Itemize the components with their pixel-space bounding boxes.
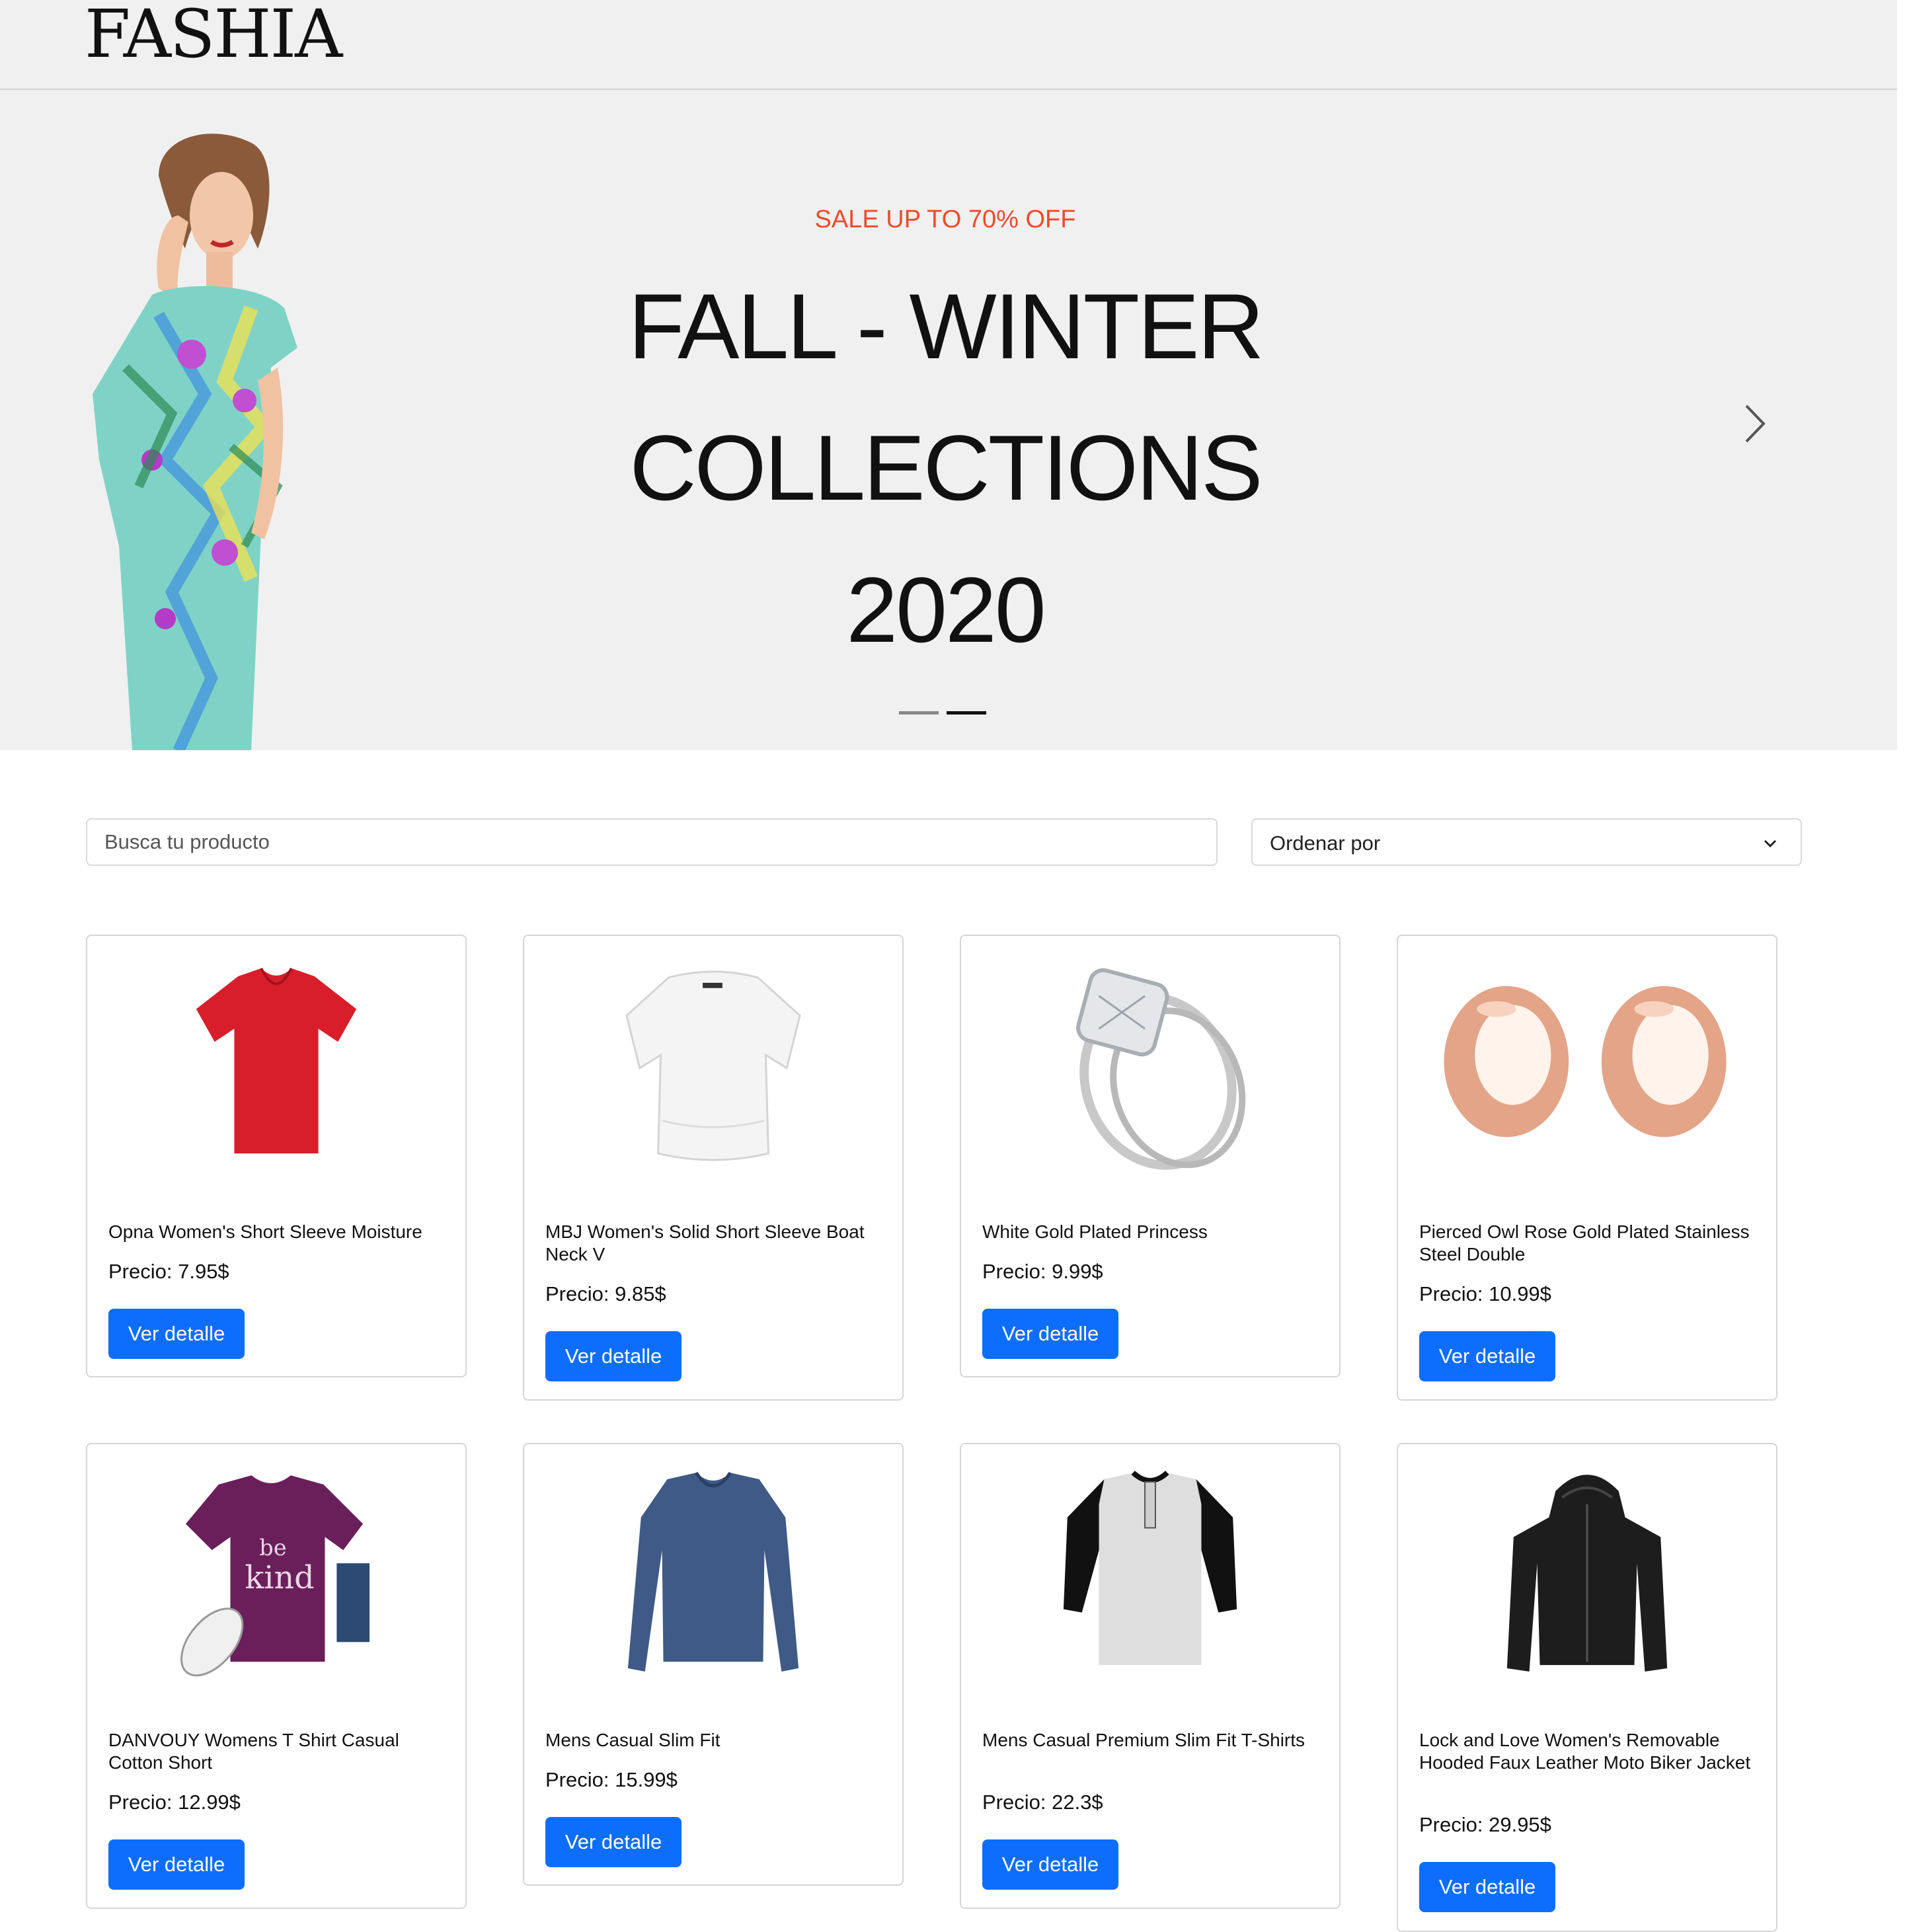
product-price: Precio: 15.99$ bbox=[545, 1768, 678, 1791]
product-card: be kind DANVOUY Womens T Shirt Casual Co… bbox=[86, 1443, 467, 1909]
product-name: MBJ Women's Solid Short Sleeve Boat Neck… bbox=[545, 1221, 865, 1264]
product-image-white-shirt bbox=[625, 970, 801, 1161]
product-price: Precio: 9.85$ bbox=[545, 1282, 666, 1305]
product-name: Mens Casual Premium Slim Fit T-Shirts bbox=[982, 1730, 1305, 1750]
sort-select[interactable]: Ordenar por bbox=[1251, 818, 1802, 866]
view-detail-button[interactable]: Ver detalle bbox=[545, 1331, 682, 1381]
hero-title-line-2: COLLECTIONS bbox=[629, 416, 1263, 520]
svg-text:kind: kind bbox=[245, 1560, 314, 1596]
view-detail-button[interactable]: Ver detalle bbox=[108, 1309, 245, 1359]
product-name: Mens Casual Slim Fit bbox=[545, 1730, 721, 1750]
view-detail-button[interactable]: Ver detalle bbox=[982, 1309, 1118, 1359]
hero-title-line-3: 2020 bbox=[846, 558, 1046, 662]
product-image-plugs bbox=[1444, 985, 1727, 1138]
product-card: White Gold Plated Princess Precio: 9.99$… bbox=[960, 935, 1341, 1377]
product-image-ring bbox=[1076, 968, 1246, 1170]
product-card: Lock and Love Women's Removable Hooded F… bbox=[1397, 1443, 1777, 1932]
site-logo[interactable]: FASHIA bbox=[85, 1, 342, 67]
product-price: Precio: 7.95$ bbox=[108, 1260, 229, 1283]
site-header: FASHIA bbox=[0, 0, 1897, 90]
search-input[interactable] bbox=[86, 818, 1218, 866]
product-name: Lock and Love Women's Removable Hooded F… bbox=[1419, 1730, 1751, 1773]
product-card: Mens Casual Slim Fit Precio: 15.99$ Ver … bbox=[523, 1443, 904, 1886]
product-card: MBJ Women's Solid Short Sleeve Boat Neck… bbox=[523, 935, 904, 1401]
product-price: Precio: 12.99$ bbox=[108, 1791, 241, 1814]
product-name: Opna Women's Short Sleeve Moisture bbox=[108, 1221, 422, 1242]
carousel-indicator-1[interactable] bbox=[899, 711, 939, 715]
svg-text:be: be bbox=[259, 1535, 287, 1561]
chevron-down-icon bbox=[1764, 839, 1777, 848]
chevron-right-icon[interactable] bbox=[1738, 401, 1772, 447]
product-name: Pierced Owl Rose Gold Plated Stainless S… bbox=[1419, 1221, 1750, 1264]
carousel-indicator-2[interactable] bbox=[947, 711, 986, 715]
product-price: Precio: 9.99$ bbox=[982, 1260, 1103, 1283]
product-image-navy-longsleeve bbox=[627, 1471, 799, 1672]
view-detail-button[interactable]: Ver detalle bbox=[545, 1817, 682, 1867]
view-detail-button[interactable]: Ver detalle bbox=[1419, 1862, 1555, 1912]
product-price: Precio: 22.3$ bbox=[982, 1791, 1103, 1814]
product-image-leather-jacket bbox=[1506, 1475, 1668, 1672]
sort-select-label: Ordenar por bbox=[1270, 831, 1381, 855]
view-detail-button[interactable]: Ver detalle bbox=[108, 1839, 245, 1890]
hero-banner: SALE UP TO 70% OFF FALL - WINTER COLLECT… bbox=[0, 90, 1897, 750]
hero-model-image bbox=[93, 134, 297, 750]
product-card: Pierced Owl Rose Gold Plated Stainless S… bbox=[1397, 935, 1777, 1401]
product-price: Precio: 10.99$ bbox=[1419, 1282, 1551, 1305]
product-card: Opna Women's Short Sleeve Moisture Preci… bbox=[86, 935, 467, 1377]
product-price: Precio: 29.95$ bbox=[1419, 1813, 1551, 1836]
product-name: White Gold Plated Princess bbox=[982, 1221, 1208, 1242]
product-image-red-shirt bbox=[196, 968, 357, 1154]
product-card: Mens Casual Premium Slim Fit T-Shirts Pr… bbox=[960, 1443, 1341, 1909]
hero-title-line-1: FALL - WINTER bbox=[628, 274, 1264, 378]
view-detail-button[interactable]: Ver detalle bbox=[1419, 1331, 1555, 1381]
product-name: DANVOUY Womens T Shirt Casual Cotton Sho… bbox=[108, 1730, 399, 1773]
product-image-purple-tee: be kind bbox=[180, 1475, 370, 1677]
product-image-henley bbox=[1063, 1471, 1237, 1666]
sale-text: SALE UP TO 70% OFF bbox=[814, 206, 1076, 233]
view-detail-button[interactable]: Ver detalle bbox=[982, 1839, 1118, 1890]
